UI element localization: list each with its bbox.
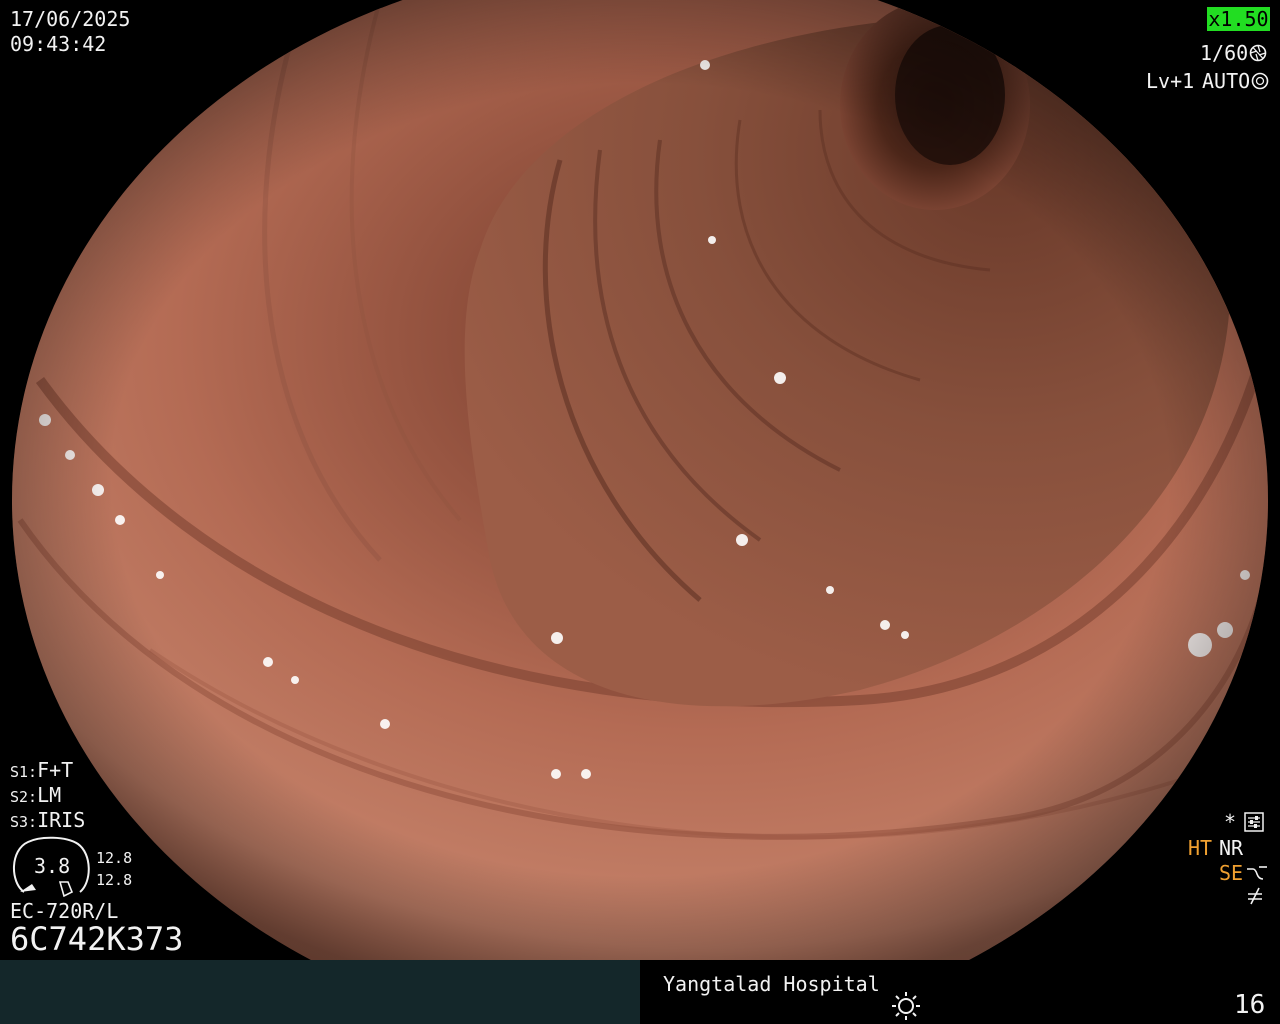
hospital-name: Yangtalad Hospital [663,972,880,996]
scope-serial: 6C742K373 [10,920,184,958]
frame-count: 16 [1234,990,1266,1020]
time-label: 09:43:42 [10,32,107,56]
iris-value: 3.8 [34,854,71,878]
star-indicator: * [1224,810,1237,834]
setting-key: S2: [10,788,38,806]
date-label: 17/06/2025 [10,7,131,31]
zoom-badge: x1.50 [1207,7,1270,31]
curve-icon [1247,866,1267,880]
exposure-readout: AUTO [1202,69,1269,93]
setting-value: LM [37,783,62,807]
iris-right-bottom: 12.8 [96,871,133,889]
se-label: SE [1219,861,1244,885]
level-label: Lv+1 [1146,69,1195,93]
shutter-value: 1/60 [1200,41,1249,65]
endoscopy-screen: 17/06/2025 09:43:42 x1.50 1/60 Lv+1 AUTO… [0,0,1280,1024]
setting-s1: S1:F+T [10,758,73,782]
nr-label: NR [1219,836,1244,860]
shutter-readout: 1/60 [1200,41,1267,65]
sun-icon [892,992,920,1020]
sliders-icon [1244,812,1264,832]
setting-value: IRIS [37,808,86,832]
setting-s2: S2:LM [10,783,61,807]
aperture-icon [1249,44,1267,62]
iris-right-top: 12.8 [96,849,133,867]
setting-s3: S3:IRIS [10,808,85,832]
not-equal-icon [1248,887,1262,905]
endoscopic-image [12,0,1268,960]
setting-key: S1: [10,763,38,781]
aperture-icon [1251,72,1269,90]
bottom-bar-left [0,960,640,1024]
ht-label: HT [1188,836,1213,860]
exposure-mode: AUTO [1202,69,1251,93]
setting-value: F+T [37,758,74,782]
setting-key: S3: [10,813,38,831]
